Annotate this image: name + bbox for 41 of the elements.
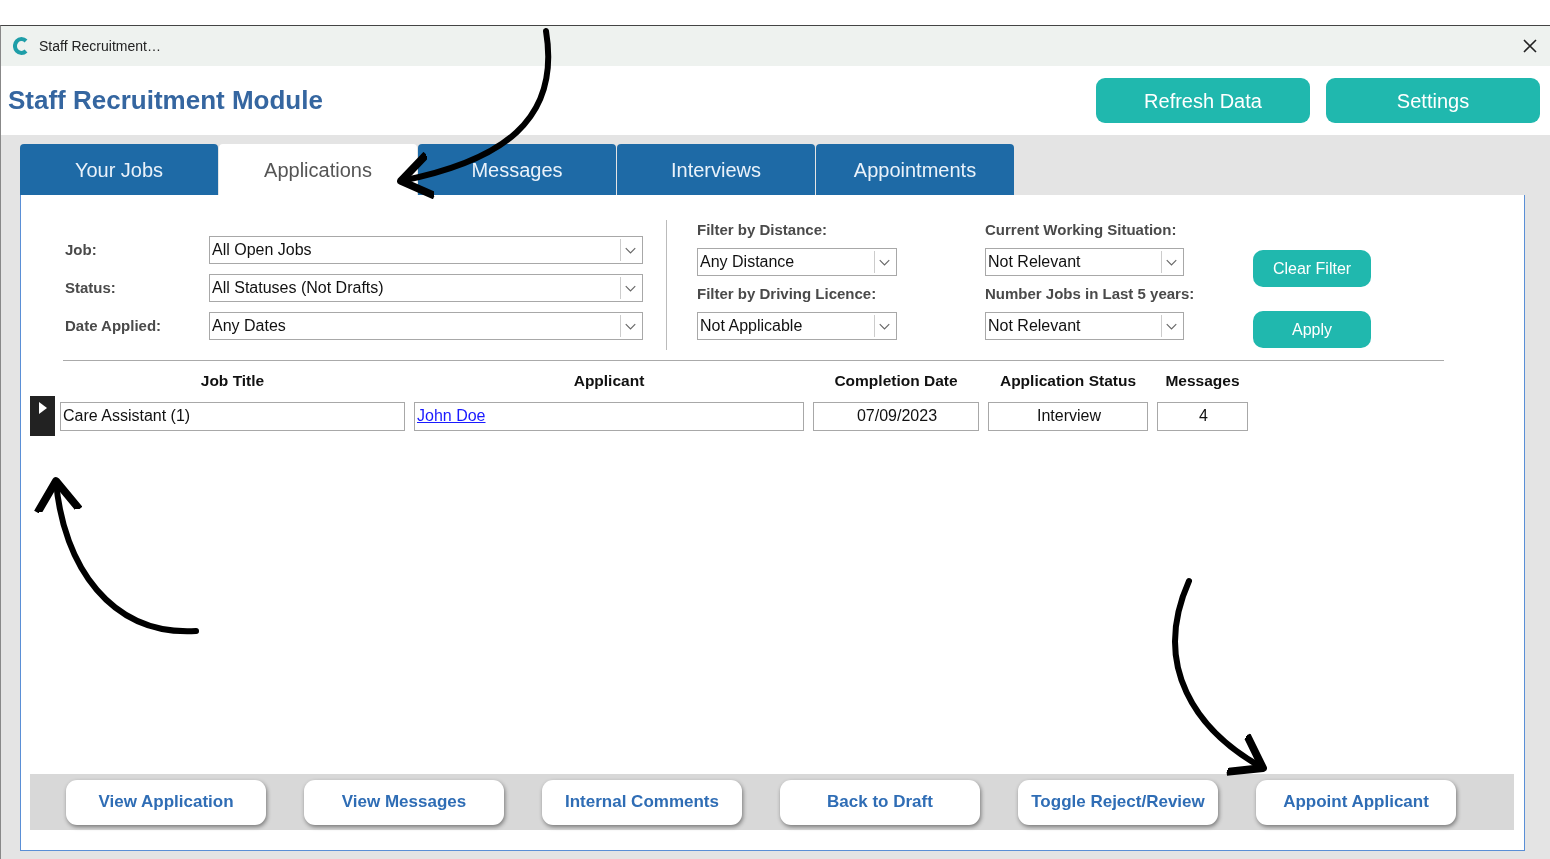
- tab[interactable]: Interviews: [617, 144, 815, 195]
- dropdown[interactable]: Not Applicable: [697, 312, 897, 340]
- action-button[interactable]: View Application: [66, 779, 266, 825]
- table-cell: 07/09/2023: [813, 401, 979, 431]
- table-cell: Interview: [988, 401, 1148, 431]
- app-logo-icon: [13, 37, 29, 55]
- module-title: Staff Recruitment Module: [8, 84, 323, 117]
- filter-label: Date Applied:: [65, 316, 163, 336]
- tab[interactable]: Your Jobs: [20, 144, 218, 195]
- action-button[interactable]: Internal Comments: [542, 779, 742, 825]
- column-header: Applicant: [572, 371, 646, 391]
- action-button[interactable]: Back to Draft: [780, 779, 980, 825]
- dropdown[interactable]: All Statuses (Not Drafts): [209, 274, 643, 302]
- column-header: Application Status: [998, 371, 1138, 391]
- filter-label: Filter by Distance:: [697, 220, 829, 240]
- dropdown[interactable]: All Open Jobs: [209, 236, 643, 264]
- record-selector[interactable]: [30, 396, 55, 437]
- tab[interactable]: Applications: [219, 144, 417, 195]
- column-header: Completion Date: [833, 371, 959, 391]
- action-button[interactable]: Appoint Applicant: [1256, 779, 1456, 825]
- dropdown[interactable]: Not Relevant: [985, 312, 1184, 340]
- tab[interactable]: Appointments: [816, 144, 1014, 195]
- filter-label: Job:: [65, 240, 98, 260]
- dropdown[interactable]: Not Relevant: [985, 248, 1184, 276]
- window-title: Staff Recruitment…: [39, 36, 161, 56]
- dropdown[interactable]: Any Distance: [697, 248, 897, 276]
- table-cell: Care Assistant (1): [60, 401, 405, 431]
- applicant-link[interactable]: John Doe: [417, 404, 486, 429]
- dropdown[interactable]: Any Dates: [209, 312, 643, 340]
- close-icon[interactable]: [1522, 38, 1538, 54]
- filter-label: Filter by Driving Licence:: [697, 284, 878, 304]
- play-icon: [38, 402, 47, 415]
- filter-label: Status:: [65, 278, 117, 298]
- tab[interactable]: Messages: [418, 144, 616, 195]
- action-button[interactable]: Toggle Reject/Review: [1018, 779, 1218, 825]
- table-cell: 4: [1157, 401, 1248, 431]
- action-button[interactable]: View Messages: [304, 779, 504, 825]
- filter-label: Number Jobs in Last 5 years:: [985, 284, 1196, 304]
- filter-label: Current Working Situation:: [985, 220, 1178, 240]
- column-header: Messages: [1164, 371, 1241, 391]
- column-header: Job Title: [199, 371, 266, 391]
